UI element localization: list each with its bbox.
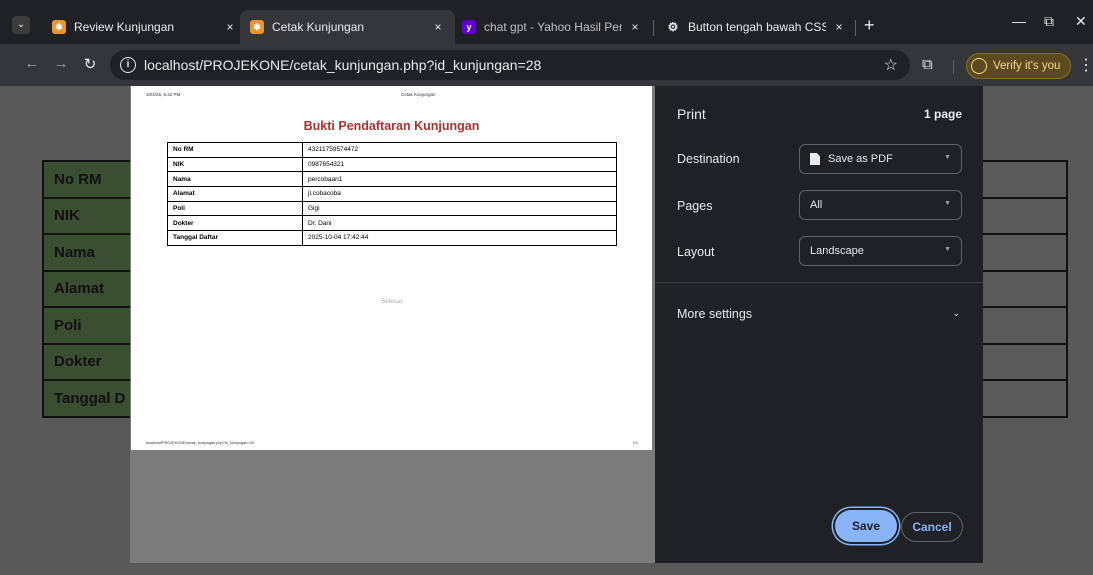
xampp-favicon-icon: ✱ xyxy=(52,20,66,34)
tab-search-button[interactable]: ⌄ xyxy=(12,16,30,34)
row-key: Nama xyxy=(167,171,303,188)
chatgpt-favicon-icon: ⚙ xyxy=(667,20,679,34)
row-value: 2025-10-04 17:42:44 xyxy=(302,230,617,246)
preview-data-table: No RM 43211759574472 NIK 0987654321 Nama pe… xyxy=(167,142,617,246)
pages-select[interactable]: All ▼ xyxy=(799,190,962,220)
tab-divider xyxy=(653,20,654,36)
row-label: Alamat xyxy=(42,269,144,308)
row-key: Poli xyxy=(167,200,303,217)
row-label: Nama xyxy=(42,233,144,272)
xampp-favicon-icon: ✱ xyxy=(250,20,264,34)
row-key: Alamat xyxy=(167,186,303,202)
preview-page-number: 1/1 xyxy=(632,441,638,445)
url-text[interactable]: localhost/PROJEKONE/cetak_kunjungan.php?… xyxy=(144,57,541,73)
row-key: Tanggal Daftar xyxy=(167,230,303,246)
preview-status-text: Selesai xyxy=(380,298,403,305)
pages-value: All xyxy=(810,199,823,211)
table-row: Poli Gigi xyxy=(167,200,617,217)
tab-yahoo-search[interactable]: y chat gpt - Yahoo Hasil Pencarian × xyxy=(452,10,652,44)
destination-select[interactable]: Save as PDF ▼ xyxy=(799,144,962,174)
chevron-down-icon: ▼ xyxy=(944,200,951,207)
chrome-menu-icon[interactable]: ⋮ xyxy=(1078,55,1093,75)
table-row: NIK 0987654321 xyxy=(167,156,617,173)
preview-header-title: Cetak Kunjungan xyxy=(401,92,436,97)
tab-title: Review Kunjungan xyxy=(74,20,175,34)
row-value: percobaan1 xyxy=(302,171,617,188)
cancel-button[interactable]: Cancel xyxy=(901,512,963,542)
chevron-down-icon: ▼ xyxy=(944,246,951,253)
row-value: Dr. Dani xyxy=(302,215,617,232)
destination-label: Destination xyxy=(677,152,740,166)
tab-close-icon[interactable]: × xyxy=(223,20,237,34)
tab-review-kunjungan[interactable]: ✱ Review Kunjungan × xyxy=(42,10,247,44)
tab-title: Cetak Kunjungan xyxy=(272,20,365,34)
print-settings-panel: Print 1 page Destination Save as PDF ▼ P… xyxy=(655,86,983,563)
page-count: 1 page xyxy=(923,107,962,121)
row-key: NIK xyxy=(167,156,303,173)
profile-avatar-icon xyxy=(971,58,987,74)
tab-title: Button tengah bawah CSS xyxy=(688,20,826,34)
tab-strip: ⌄ ✱ Review Kunjungan × ✱ Cetak Kunjungan… xyxy=(0,0,1093,44)
destination-value: Save as PDF xyxy=(828,153,893,165)
more-settings-toggle[interactable]: More settings xyxy=(677,307,752,321)
tab-close-icon[interactable]: × xyxy=(431,20,445,34)
chevron-down-icon[interactable]: ⌄ xyxy=(952,308,960,319)
tab-title: chat gpt - Yahoo Hasil Pencarian xyxy=(484,20,622,34)
yahoo-favicon-icon: y xyxy=(462,20,476,34)
reload-button[interactable]: ↻ xyxy=(80,55,100,73)
tab-divider xyxy=(855,20,856,36)
site-info-icon[interactable]: i xyxy=(120,57,136,73)
row-value: Gigi xyxy=(302,200,617,217)
row-label: NIK xyxy=(42,196,144,235)
row-key: No RM xyxy=(167,142,303,158)
settings-divider xyxy=(655,282,983,283)
browser-toolbar: ← → ↻ i localhost/PROJEKONE/cetak_kunjun… xyxy=(0,44,1093,86)
verify-profile-button[interactable]: Verify it's you xyxy=(966,53,1072,79)
row-key: Dokter xyxy=(167,215,303,232)
row-label: Dokter xyxy=(42,342,144,381)
preview-document-title: Bukti Pendaftaran Kunjungan xyxy=(303,119,480,133)
row-label: Tanggal D xyxy=(42,379,144,418)
row-value: jl.cobacoba xyxy=(302,186,617,202)
toolbar-divider xyxy=(953,60,954,74)
restore-button[interactable]: ⧉ xyxy=(1044,13,1054,30)
tab-button-css[interactable]: ⚙ Button tengah bawah CSS × xyxy=(656,10,856,44)
extensions-icon[interactable]: ⧉ xyxy=(922,56,933,73)
layout-value: Landscape xyxy=(810,245,864,257)
row-value: 43211759574472 xyxy=(302,142,617,158)
window-close-button[interactable]: ✕ xyxy=(1075,13,1087,30)
preview-page: 10/4/25, 5:42 PM Cetak Kunjungan Bukti P… xyxy=(131,86,652,450)
back-button[interactable]: ← xyxy=(22,55,42,72)
row-label: Poli xyxy=(42,306,144,345)
bookmark-star-icon[interactable]: ☆ xyxy=(884,55,898,75)
tab-close-icon[interactable]: × xyxy=(832,20,846,34)
pdf-document-icon xyxy=(810,153,820,165)
tab-close-icon[interactable]: × xyxy=(628,20,642,34)
row-label: No RM xyxy=(42,160,144,199)
table-row: Alamat jl.cobacoba xyxy=(167,186,617,202)
address-bar[interactable]: i localhost/PROJEKONE/cetak_kunjungan.ph… xyxy=(110,50,910,80)
tab-cetak-kunjungan[interactable]: ✱ Cetak Kunjungan × xyxy=(240,10,455,44)
verify-label: Verify it's you xyxy=(993,60,1061,72)
table-row: Dokter Dr. Dani xyxy=(167,215,617,232)
print-title: Print xyxy=(677,106,706,122)
layout-select[interactable]: Landscape ▼ xyxy=(799,236,962,266)
table-row: No RM 43211759574472 xyxy=(167,142,617,158)
forward-button[interactable]: → xyxy=(51,55,71,72)
chevron-down-icon: ▼ xyxy=(944,154,951,161)
table-row: Nama percobaan1 xyxy=(167,171,617,188)
save-button[interactable]: Save xyxy=(835,510,897,542)
pages-label: Pages xyxy=(677,199,713,213)
row-value: 0987654321 xyxy=(302,156,617,173)
layout-label: Layout xyxy=(677,245,715,259)
minimize-button[interactable]: — xyxy=(1012,13,1026,29)
table-row: Tanggal Daftar 2025-10-04 17:42:44 xyxy=(167,230,617,246)
new-tab-button[interactable]: + xyxy=(864,15,875,36)
preview-header-date: 10/4/25, 5:42 PM xyxy=(146,92,181,97)
preview-footer-url: localhost/PROJEKONE/cetak_kunjungan.php?… xyxy=(146,441,254,445)
